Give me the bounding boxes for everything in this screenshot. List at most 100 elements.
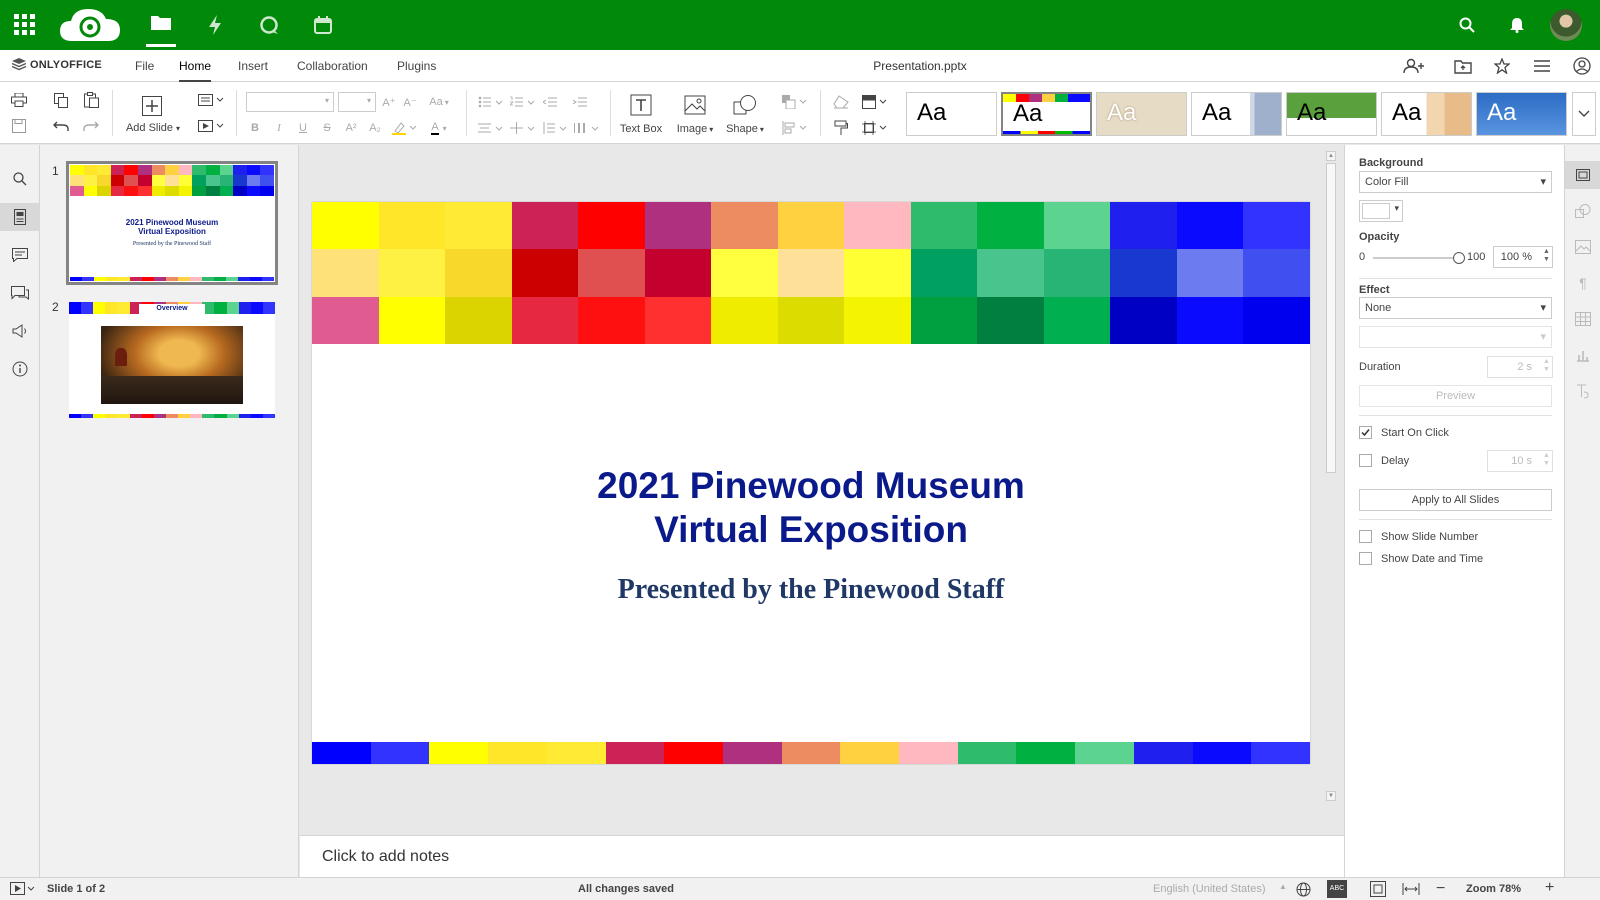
image-icon[interactable] bbox=[682, 92, 708, 118]
slides-panel-icon[interactable] bbox=[0, 203, 40, 231]
activity-icon[interactable] bbox=[200, 0, 230, 50]
notes-area[interactable]: Click to add notes bbox=[300, 835, 1344, 877]
print-icon[interactable] bbox=[8, 90, 30, 110]
chevron-up-icon[interactable]: ▲ bbox=[1279, 882, 1287, 891]
effect-select[interactable]: None ▾ bbox=[1359, 297, 1552, 319]
save-icon[interactable] bbox=[8, 116, 30, 136]
font-size-combo[interactable]: ▾ bbox=[338, 92, 376, 112]
paragraph-settings-icon[interactable]: ¶ bbox=[1565, 269, 1600, 297]
calendar-icon[interactable] bbox=[308, 0, 338, 50]
text-art-settings-icon[interactable] bbox=[1565, 377, 1600, 405]
arrange-icon[interactable] bbox=[780, 92, 810, 112]
show-date-time-checkbox[interactable] bbox=[1359, 552, 1372, 565]
columns-icon[interactable] bbox=[572, 118, 602, 138]
avatar[interactable] bbox=[1550, 9, 1582, 41]
about-info-icon[interactable] bbox=[0, 355, 40, 383]
clear-style-icon[interactable] bbox=[830, 92, 852, 112]
theme-blue[interactable]: Aa bbox=[1476, 92, 1567, 136]
favorite-star-icon[interactable] bbox=[1489, 56, 1515, 76]
talk-icon[interactable] bbox=[254, 0, 284, 50]
files-icon[interactable] bbox=[146, 0, 176, 47]
font-family-combo[interactable]: ▾ bbox=[246, 92, 334, 112]
spinner-arrows-icon[interactable]: ▲ ▼ bbox=[1543, 248, 1550, 264]
underline-button[interactable]: U bbox=[294, 118, 312, 138]
opacity-slider-handle[interactable] bbox=[1453, 252, 1465, 264]
italic-button[interactable]: I bbox=[270, 118, 288, 138]
start-on-click-checkbox[interactable] bbox=[1359, 426, 1372, 439]
search-icon[interactable] bbox=[0, 165, 40, 193]
background-color-picker[interactable]: ▾ bbox=[1359, 200, 1403, 222]
scroll-up-icon[interactable]: ▲ bbox=[1326, 151, 1336, 161]
slide-size-icon[interactable] bbox=[860, 118, 890, 138]
decrease-font-icon[interactable]: A⁻ bbox=[401, 92, 419, 112]
theme-peach[interactable]: Aa bbox=[1381, 92, 1472, 136]
comments-icon[interactable] bbox=[0, 241, 40, 269]
opacity-slider[interactable] bbox=[1373, 257, 1459, 259]
table-settings-icon[interactable] bbox=[1565, 305, 1600, 333]
shape-settings-icon[interactable] bbox=[1565, 197, 1600, 225]
numbered-list-icon[interactable] bbox=[508, 92, 538, 112]
increase-font-icon[interactable]: A⁺ bbox=[380, 92, 398, 112]
superscript-button[interactable]: A² bbox=[342, 118, 360, 138]
notifications-icon[interactable] bbox=[1502, 0, 1532, 50]
undo-icon[interactable] bbox=[50, 116, 72, 136]
show-slide-number-checkbox[interactable] bbox=[1359, 530, 1372, 543]
preview-button[interactable]: Preview bbox=[1359, 385, 1552, 407]
decrease-indent-icon[interactable] bbox=[540, 92, 560, 112]
delay-checkbox[interactable] bbox=[1359, 454, 1372, 467]
chat-icon[interactable] bbox=[0, 279, 40, 307]
theme-blank[interactable]: Aa bbox=[906, 92, 997, 136]
change-color-theme-icon[interactable] bbox=[860, 92, 890, 112]
language-globe-icon[interactable] bbox=[1296, 882, 1311, 900]
slide-subtitle[interactable]: Presented by the Pinewood Staff bbox=[312, 574, 1310, 606]
subscript-button[interactable]: A₂ bbox=[366, 118, 384, 138]
theme-colorful-blocks[interactable]: Aa bbox=[1001, 92, 1092, 136]
slide-title[interactable]: 2021 Pinewood Museum Virtual Exposition bbox=[312, 464, 1310, 552]
apps-grid-icon[interactable] bbox=[10, 0, 40, 50]
vertical-align-icon[interactable] bbox=[508, 118, 538, 138]
add-slide-button[interactable]: Add Slide ▾ bbox=[120, 120, 186, 136]
fit-slide-icon[interactable] bbox=[1370, 881, 1386, 900]
theme-blue-side[interactable]: Aa bbox=[1191, 92, 1282, 136]
slide-layout-icon[interactable] bbox=[196, 90, 226, 110]
apply-to-all-slides-button[interactable]: Apply to All Slides bbox=[1359, 489, 1552, 511]
image-settings-icon[interactable] bbox=[1565, 233, 1600, 261]
line-spacing-icon[interactable] bbox=[540, 118, 570, 138]
redo-icon[interactable] bbox=[80, 116, 102, 136]
theme-parchment[interactable]: Aa bbox=[1096, 92, 1187, 136]
feedback-speaker-icon[interactable] bbox=[0, 317, 40, 345]
zoom-out-icon[interactable]: − bbox=[1436, 880, 1445, 898]
menu-icon[interactable] bbox=[1529, 56, 1555, 76]
slide-canvas[interactable]: 2021 Pinewood Museum Virtual Exposition … bbox=[312, 202, 1310, 764]
spinner-arrows-icon[interactable]: ▲ ▼ bbox=[1543, 358, 1550, 374]
scroll-thumb[interactable] bbox=[1326, 163, 1336, 473]
scroll-down-icon[interactable]: ▼ bbox=[1326, 791, 1336, 801]
shape-button[interactable]: Shape ▾ bbox=[722, 122, 768, 136]
align-objects-icon[interactable] bbox=[780, 118, 810, 138]
fit-width-icon[interactable] bbox=[1402, 883, 1420, 898]
strikethrough-button[interactable]: S bbox=[318, 118, 336, 138]
highlight-color-icon[interactable] bbox=[390, 118, 420, 138]
slide-thumbnail-1[interactable]: 2021 Pinewood Museum Virtual Exposition … bbox=[66, 161, 278, 285]
spellcheck-icon[interactable]: ABC bbox=[1327, 880, 1347, 898]
search-icon[interactable] bbox=[1452, 0, 1482, 50]
copy-icon[interactable] bbox=[50, 90, 72, 110]
slide-thumbnail-2[interactable]: Overview bbox=[69, 302, 275, 418]
slide-settings-icon[interactable] bbox=[1565, 161, 1600, 189]
chart-settings-icon[interactable] bbox=[1565, 341, 1600, 369]
shape-icon[interactable] bbox=[732, 92, 758, 118]
effect-type-select[interactable]: ▾ bbox=[1359, 326, 1552, 348]
image-button[interactable]: Image ▾ bbox=[672, 122, 718, 136]
background-fill-select[interactable]: Color Fill ▾ bbox=[1359, 171, 1552, 193]
copy-style-icon[interactable] bbox=[830, 118, 852, 138]
theme-green[interactable]: Aa bbox=[1286, 92, 1377, 136]
increase-indent-icon[interactable] bbox=[570, 92, 590, 112]
vertical-scrollbar[interactable]: ▲ ▼ bbox=[1326, 151, 1336, 821]
change-case-button[interactable]: Aa ▾ bbox=[424, 92, 454, 112]
horizontal-align-icon[interactable] bbox=[476, 118, 506, 138]
add-slide-icon[interactable] bbox=[140, 94, 164, 118]
paste-icon[interactable] bbox=[80, 90, 102, 110]
bold-button[interactable]: B bbox=[246, 118, 264, 138]
start-slideshow-icon[interactable] bbox=[196, 116, 226, 136]
open-location-icon[interactable] bbox=[1450, 56, 1476, 76]
